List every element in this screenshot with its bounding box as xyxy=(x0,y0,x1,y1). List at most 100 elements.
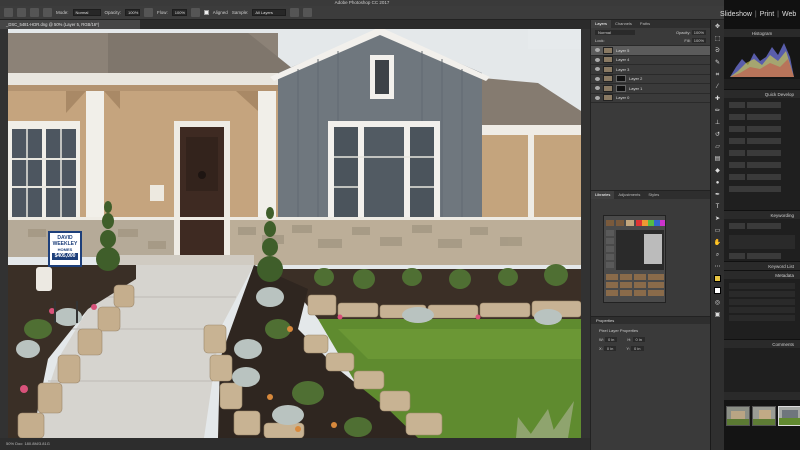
keyword-set-select[interactable] xyxy=(747,253,781,259)
tab-styles[interactable]: Styles xyxy=(644,191,663,199)
metadata-field[interactable] xyxy=(729,283,795,289)
visibility-eye-icon[interactable] xyxy=(595,95,600,100)
fill-field[interactable]: 100% xyxy=(691,38,706,43)
flow-field[interactable]: 100% xyxy=(171,9,187,16)
history-brush-tool-icon[interactable]: ↺ xyxy=(713,131,722,140)
more-tools-icon[interactable]: ⋯ xyxy=(713,263,722,272)
metadata-field[interactable] xyxy=(729,315,795,321)
prop-h-field[interactable]: 0 in xyxy=(632,337,645,342)
path-select-tool-icon[interactable]: ➤ xyxy=(713,215,722,224)
visibility-eye-icon[interactable] xyxy=(595,57,600,62)
clone-stamp-icon[interactable] xyxy=(4,8,13,17)
pen-tool-icon[interactable]: ✒ xyxy=(713,191,722,200)
treatment-select[interactable] xyxy=(729,126,745,132)
brush-tool-icon[interactable]: ✏ xyxy=(713,107,722,116)
metadata-field[interactable] xyxy=(729,299,795,305)
reset-all-button[interactable] xyxy=(729,186,781,192)
visibility-eye-icon[interactable] xyxy=(595,76,600,81)
layer-opacity-field[interactable]: 100% xyxy=(691,30,706,35)
prop-y-field[interactable]: 0 in xyxy=(631,346,644,351)
hand-tool-icon[interactable]: ✋ xyxy=(713,239,722,248)
visibility-eye-icon[interactable] xyxy=(595,48,600,53)
lasso-tool-icon[interactable]: ᘐ xyxy=(713,47,722,56)
metadata-field[interactable] xyxy=(729,307,795,313)
mode-select[interactable]: Normal xyxy=(72,9,101,16)
brush-preset-icon[interactable] xyxy=(17,8,26,17)
keywords-textarea[interactable] xyxy=(729,235,795,249)
marquee-tool-icon[interactable]: ⬚ xyxy=(713,35,722,44)
tab-adjustments[interactable]: Adjustments xyxy=(614,191,644,199)
foreground-color-swatch[interactable] xyxy=(713,275,722,284)
toggle-brush-panel-icon[interactable] xyxy=(30,8,39,17)
tab-layers[interactable]: Layers xyxy=(591,20,612,28)
tab-libraries[interactable]: Libraries xyxy=(591,191,615,199)
airbrush-icon[interactable] xyxy=(190,8,200,17)
tab-paths[interactable]: Paths xyxy=(636,20,654,28)
dodge-tool-icon[interactable]: ● xyxy=(713,179,722,188)
quick-mask-icon[interactable]: ◎ xyxy=(713,299,722,308)
blend-mode-select[interactable]: Normal xyxy=(595,30,635,35)
preset-select[interactable] xyxy=(729,102,745,108)
layer-row[interactable]: Layer 0 xyxy=(591,94,710,103)
zoom-tool-icon[interactable]: ⌕ xyxy=(713,251,722,260)
visibility-eye-icon[interactable] xyxy=(595,67,600,72)
vibrance-control[interactable] xyxy=(729,174,745,180)
module-print[interactable]: Print xyxy=(760,11,774,18)
layer-row[interactable]: Layer 3 xyxy=(591,65,710,75)
crop-ratio-select[interactable] xyxy=(729,114,745,120)
properties-tab[interactable]: Properties xyxy=(591,317,711,324)
clarity-buttons[interactable] xyxy=(747,162,781,168)
aligned-checkbox[interactable] xyxy=(203,10,209,15)
clone-stamp-tool-icon[interactable]: ⊥ xyxy=(713,119,722,128)
visibility-eye-icon[interactable] xyxy=(595,86,600,91)
eyedropper-tool-icon[interactable]: ⁄ xyxy=(713,83,722,92)
quick-select-tool-icon[interactable]: ✎ xyxy=(713,59,722,68)
filmstrip-thumbnail-selected[interactable] xyxy=(778,406,800,426)
vibrance-buttons[interactable] xyxy=(747,174,781,180)
white-balance-value[interactable] xyxy=(747,138,781,144)
comments-header[interactable]: Comments xyxy=(724,339,800,348)
screen-mode-icon[interactable]: ▣ xyxy=(713,311,722,320)
exposure-control[interactable] xyxy=(729,150,745,156)
layer-row[interactable]: Layer 5 xyxy=(591,46,710,56)
background-color-swatch[interactable] xyxy=(713,287,722,296)
opacity-field[interactable]: 100% xyxy=(125,9,141,16)
pressure-size-icon[interactable] xyxy=(303,8,313,17)
document-tab[interactable]: _DSC_5481-HDR.dng @ 50% (Layer 5, RGB/16… xyxy=(0,20,140,29)
layer-row[interactable]: Layer 2 xyxy=(591,75,710,84)
filmstrip-thumbnail[interactable] xyxy=(752,406,776,426)
white-balance-select[interactable] xyxy=(729,138,745,144)
crop-tool-icon[interactable]: ⌗ xyxy=(713,71,722,80)
tab-channels[interactable]: Channels xyxy=(611,20,636,28)
sample-select[interactable]: All Layers xyxy=(252,9,287,16)
keyword-suggestions-toggle[interactable] xyxy=(729,253,745,259)
prop-w-field[interactable]: 0 in xyxy=(604,337,618,342)
exposure-buttons[interactable] xyxy=(747,150,781,156)
treatment-value[interactable] xyxy=(747,126,781,132)
shape-tool-icon[interactable]: ▭ xyxy=(713,227,722,236)
move-tool-icon[interactable]: ✥ xyxy=(713,23,722,32)
image-canvas[interactable]: DAVID WEEKLEY HOMES $405,000 xyxy=(8,29,581,438)
layer-mask-thumbnail[interactable] xyxy=(616,84,626,92)
ignore-adjustment-layers-icon[interactable] xyxy=(290,8,300,17)
prop-x-field[interactable]: 0 in xyxy=(603,346,617,351)
pressure-opacity-icon[interactable] xyxy=(144,8,154,17)
quick-develop-header[interactable]: Quick Develop xyxy=(724,89,800,98)
blur-tool-icon[interactable]: ◆ xyxy=(713,167,722,176)
filmstrip-thumbnail[interactable] xyxy=(726,406,750,426)
crop-ratio-value[interactable] xyxy=(747,114,781,120)
histogram-header[interactable]: Histogram xyxy=(724,28,800,37)
keyword-tags-value[interactable] xyxy=(747,223,781,229)
swatch-grid[interactable] xyxy=(603,215,666,303)
clarity-control[interactable] xyxy=(729,162,745,168)
layer-row[interactable]: Layer 1 xyxy=(591,84,710,94)
healing-brush-tool-icon[interactable]: ✚ xyxy=(713,95,722,104)
metadata-header[interactable]: Metadata xyxy=(724,270,800,279)
type-tool-icon[interactable]: T xyxy=(713,203,722,212)
gradient-tool-icon[interactable]: ▤ xyxy=(713,155,722,164)
module-web[interactable]: Web xyxy=(782,11,796,18)
clone-source-icon[interactable] xyxy=(43,8,52,17)
layer-mask-thumbnail[interactable] xyxy=(616,75,626,83)
eraser-tool-icon[interactable]: ▱ xyxy=(713,143,722,152)
keywording-header[interactable]: Keywording xyxy=(724,210,800,219)
